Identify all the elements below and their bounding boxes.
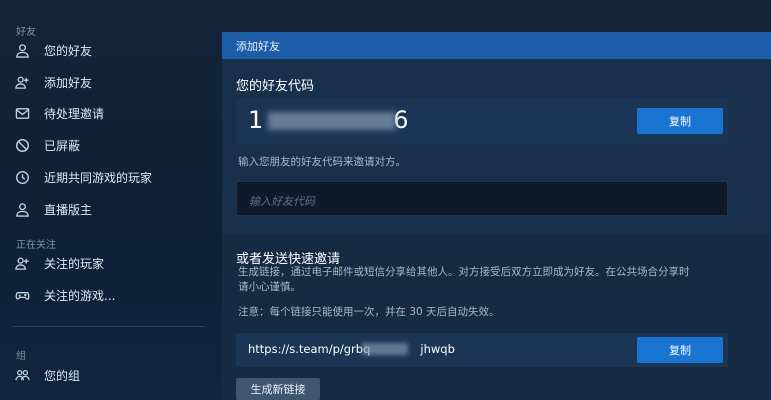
sidebar-item-label: 关注的玩家: [44, 256, 105, 271]
copy-invite-link-button[interactable]: 复制: [637, 337, 723, 363]
sidebar-item-label: 添加好友: [44, 75, 93, 90]
panel-title: 添加好友: [236, 40, 280, 53]
sidebar-item-label: 近期共同游戏的玩家: [44, 170, 153, 185]
panel-header: 添加好友: [222, 32, 771, 59]
invite-link-start: https://s.team/p/grbq: [248, 342, 371, 356]
person-icon: [12, 40, 32, 60]
sidebar-item-label: 直播版主: [44, 202, 93, 217]
group-icon: [12, 365, 32, 385]
sidebar: 好友 您的好友 添加好友 待处理邀请 已屏蔽 近期共同游戏的玩家 直播版主 正在…: [0, 0, 215, 400]
generate-new-link-button[interactable]: 生成新链接: [236, 378, 320, 400]
friend-code-input-placeholder: 输入好友代码: [249, 195, 315, 208]
add-person-icon: [12, 72, 32, 92]
sidebar-item-add-friend[interactable]: 添加好友: [12, 69, 207, 95]
following-section-label: 正在关注: [16, 240, 56, 251]
sidebar-item-blocked[interactable]: 已屏蔽: [12, 132, 207, 158]
friends-section-label: 好友: [16, 27, 36, 38]
groups-section-label: 组: [16, 351, 26, 362]
friend-code-start: 1: [248, 106, 266, 134]
sidebar-item-stream-moderators[interactable]: 直播版主: [12, 196, 207, 222]
invite-link-end: jhwqb: [420, 342, 455, 356]
sidebar-item-label: 待处理邀请: [44, 106, 105, 121]
sidebar-item-recent-players[interactable]: 近期共同游戏的玩家: [12, 164, 207, 190]
quick-invite-description-line2: 请小心谨慎。: [238, 281, 301, 293]
friend-code-redaction: [268, 112, 396, 130]
sidebar-item-your-friends[interactable]: 您的好友: [12, 37, 207, 63]
link-expiry-note: 注意：每个链接只能使用一次，并在 30 天后自动失效。: [238, 306, 500, 318]
copy-friend-code-button[interactable]: 复制: [637, 108, 723, 134]
gamepad-icon: [12, 285, 32, 305]
sidebar-item-your-groups[interactable]: 您的组: [12, 362, 207, 388]
clock-icon: [12, 167, 32, 187]
person-icon: [12, 199, 32, 219]
sidebar-item-pending-invites[interactable]: 待处理邀请: [12, 100, 207, 126]
invite-link-redaction: [362, 343, 408, 355]
invite-link-value: https://s.team/p/grbq jhwqb: [248, 342, 455, 356]
friend-code-instructions: 输入您朋友的好友代码来邀请对方。: [238, 156, 406, 168]
add-person-icon: [12, 253, 32, 273]
blocked-icon: [12, 135, 32, 155]
sidebar-item-label: 已屏蔽: [44, 138, 81, 153]
sidebar-divider: [12, 326, 205, 327]
envelope-icon: [12, 103, 32, 123]
friend-code-input[interactable]: 输入好友代码: [236, 181, 728, 216]
sidebar-item-followed-games[interactable]: 关注的游戏...: [12, 282, 207, 308]
sidebar-item-label: 您的组: [44, 368, 81, 383]
sidebar-item-followed-players[interactable]: 关注的玩家: [12, 250, 207, 276]
quick-invite-description-line1: 生成链接，通过电子邮件或短信分享给其他人。对方接受后双方立即成为好友。在公共场合…: [238, 266, 690, 278]
sidebar-item-label: 您的好友: [44, 43, 93, 58]
friend-code-title: 您的好友代码: [236, 79, 315, 94]
sidebar-item-label: 关注的游戏...: [44, 288, 116, 303]
